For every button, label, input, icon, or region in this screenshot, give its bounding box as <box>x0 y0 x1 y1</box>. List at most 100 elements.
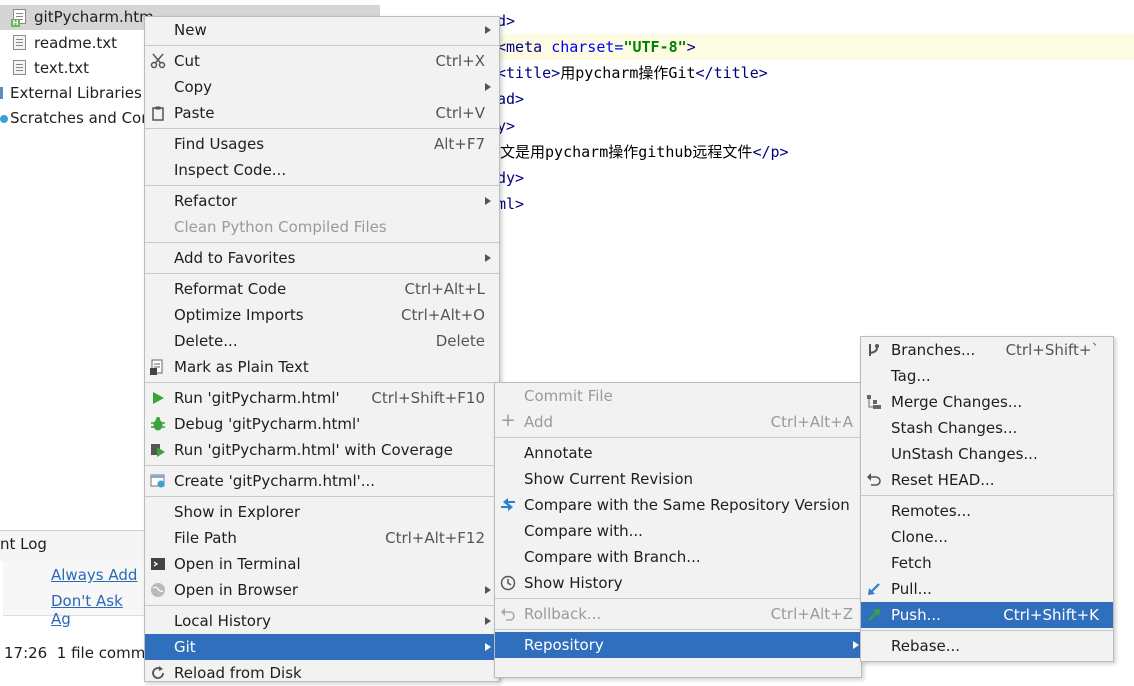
menu-item-git[interactable]: Git <box>145 634 499 660</box>
menu-item-optimize-imports[interactable]: Optimize Imports Ctrl+Alt+O <box>145 302 499 328</box>
menu-item-compare-with[interactable]: Compare with... <box>495 518 861 544</box>
menu-label: Git <box>174 638 196 656</box>
code-line: <title>用pycharm操作Git</title> <box>497 60 768 86</box>
menu-separator <box>145 128 499 129</box>
menu-shortcut: Ctrl+Alt+A <box>770 413 853 431</box>
menu-shortcut: Alt+F7 <box>433 135 485 153</box>
menu-item-add[interactable]: + Add Ctrl+Alt+A <box>495 409 861 435</box>
menu-label: Remotes... <box>891 502 971 520</box>
menu-item-file-path[interactable]: File Path Ctrl+Alt+F12 <box>145 525 499 551</box>
menu-item-unstash-changes[interactable]: UnStash Changes... <box>861 441 1113 467</box>
always-add-link[interactable]: Always Add <box>51 566 137 584</box>
menu-item-refactor[interactable]: Refactor <box>145 188 499 214</box>
tree-item-label: gitPycharm.htm <box>34 8 154 26</box>
menu-item-merge-changes[interactable]: Merge Changes... <box>861 389 1113 415</box>
context-menu: New Cut Ctrl+X Copy Paste Ctrl+V Find Usag… <box>144 16 500 682</box>
menu-label: Create 'gitPycharm.html'... <box>174 472 376 490</box>
menu-item-fetch[interactable]: Fetch <box>861 550 1113 576</box>
menu-item-create-config[interactable]: Create 'gitPycharm.html'... <box>145 468 499 494</box>
menu-item-debug[interactable]: Debug 'gitPycharm.html' <box>145 411 499 437</box>
menu-item-clean-python[interactable]: Clean Python Compiled Files <box>145 214 499 240</box>
menu-separator <box>861 630 1113 631</box>
menu-item-reset-head[interactable]: Reset HEAD... <box>861 467 1113 493</box>
menu-separator <box>145 242 499 243</box>
create-config-icon <box>150 474 165 488</box>
menu-label: Open in Browser <box>174 581 299 599</box>
menu-item-paste[interactable]: Paste Ctrl+V <box>145 100 499 126</box>
menu-separator <box>145 273 499 274</box>
plus-icon: + <box>500 410 516 431</box>
menu-item-rollback[interactable]: Rollback... Ctrl+Alt+Z <box>495 601 861 627</box>
menu-label: Run 'gitPycharm.html' with Coverage <box>174 441 453 459</box>
library-icon <box>0 87 3 99</box>
menu-item-pull[interactable]: Pull... <box>861 576 1113 602</box>
menu-shortcut: Ctrl+Alt+F12 <box>385 529 485 547</box>
menu-label: Compare with the Same Repository Version <box>524 496 850 514</box>
submenu-arrow-icon <box>485 617 491 625</box>
tree-item-gitpycharm[interactable]: gitPycharm.htm <box>11 5 154 30</box>
menu-item-show-in-explorer[interactable]: Show in Explorer <box>145 499 499 525</box>
editor[interactable]: d> <meta charset="UTF-8"> <title>用pychar… <box>491 0 1134 230</box>
menu-separator <box>861 495 1113 496</box>
menu-item-push[interactable]: Push... Ctrl+Shift+K <box>861 602 1113 628</box>
menu-label: Tag... <box>891 367 931 385</box>
menu-separator <box>145 605 499 606</box>
dont-ask-again-link[interactable]: Don't Ask Ag <box>51 592 145 628</box>
menu-shortcut: Ctrl+Alt+Z <box>770 605 853 623</box>
menu-item-repository[interactable]: Repository <box>495 632 861 658</box>
menu-item-annotate[interactable]: Annotate <box>495 440 861 466</box>
menu-label: Rollback... <box>524 605 602 623</box>
menu-separator <box>145 496 499 497</box>
menu-item-show-history[interactable]: Show History <box>495 570 861 596</box>
menu-item-inspect-code[interactable]: Inspect Code... <box>145 157 499 183</box>
plain-text-icon <box>150 359 163 375</box>
push-arrow-icon <box>868 609 880 621</box>
menu-item-local-history[interactable]: Local History <box>145 608 499 634</box>
menu-item-compare-same-repo[interactable]: Compare with the Same Repository Version <box>495 492 861 518</box>
menu-item-open-terminal[interactable]: Open in Terminal <box>145 551 499 577</box>
menu-item-run[interactable]: Run 'gitPycharm.html' Ctrl+Shift+F10 <box>145 385 499 411</box>
menu-label: Optimize Imports <box>174 306 304 324</box>
menu-separator <box>145 465 499 466</box>
menu-item-open-browser[interactable]: Open in Browser <box>145 577 499 603</box>
tree-item-external-libraries[interactable]: External Libraries <box>0 81 142 106</box>
menu-item-add-to-favorites[interactable]: Add to Favorites <box>145 245 499 271</box>
menu-item-reload-from-disk[interactable]: Reload from Disk <box>145 660 499 686</box>
branch-icon <box>869 344 879 356</box>
menu-item-tag[interactable]: Tag... <box>861 363 1113 389</box>
menu-label: Push... <box>891 606 941 624</box>
menu-item-show-current-revision[interactable]: Show Current Revision <box>495 466 861 492</box>
menu-shortcut: Ctrl+Shift+` <box>1005 341 1099 359</box>
globe-icon <box>151 583 165 597</box>
menu-item-mark-plain-text[interactable]: Mark as Plain Text <box>145 354 499 380</box>
menu-item-copy[interactable]: Copy <box>145 74 499 100</box>
menu-item-compare-with-branch[interactable]: Compare with Branch... <box>495 544 861 570</box>
code-token: dy> <box>497 169 525 187</box>
menu-item-cut[interactable]: Cut Ctrl+X <box>145 48 499 74</box>
code-line: <meta charset="UTF-8"> <box>497 34 696 60</box>
menu-shortcut: Ctrl+V <box>435 104 485 122</box>
code-line: ad> <box>497 86 524 112</box>
menu-item-commit-file[interactable]: Commit File <box>495 383 861 409</box>
code-token: charset= <box>551 38 624 56</box>
reset-icon <box>867 473 881 486</box>
menu-item-remotes[interactable]: Remotes... <box>861 498 1113 524</box>
menu-item-new[interactable]: New <box>145 17 499 43</box>
scissors-icon <box>150 53 166 69</box>
menu-label: Reload from Disk <box>174 664 302 682</box>
menu-item-branches[interactable]: Branches... Ctrl+Shift+` <box>861 337 1113 363</box>
html-file-icon <box>11 9 26 27</box>
terminal-icon <box>151 558 165 570</box>
tree-item-readme[interactable]: readme.txt <box>13 31 117 56</box>
code-token: > <box>686 38 696 56</box>
menu-item-stash-changes[interactable]: Stash Changes... <box>861 415 1113 441</box>
menu-item-rebase[interactable]: Rebase... <box>861 633 1113 659</box>
tree-item-scratches[interactable]: Scratches and Con <box>0 106 151 131</box>
tree-item-text[interactable]: text.txt <box>13 56 89 81</box>
menu-item-clone[interactable]: Clone... <box>861 524 1113 550</box>
menu-item-find-usages[interactable]: Find Usages Alt+F7 <box>145 131 499 157</box>
menu-item-reformat-code[interactable]: Reformat Code Ctrl+Alt+L <box>145 276 499 302</box>
code-token: ad> <box>497 90 525 108</box>
menu-item-delete[interactable]: Delete... Delete <box>145 328 499 354</box>
menu-item-run-coverage[interactable]: Run 'gitPycharm.html' with Coverage <box>145 437 499 463</box>
